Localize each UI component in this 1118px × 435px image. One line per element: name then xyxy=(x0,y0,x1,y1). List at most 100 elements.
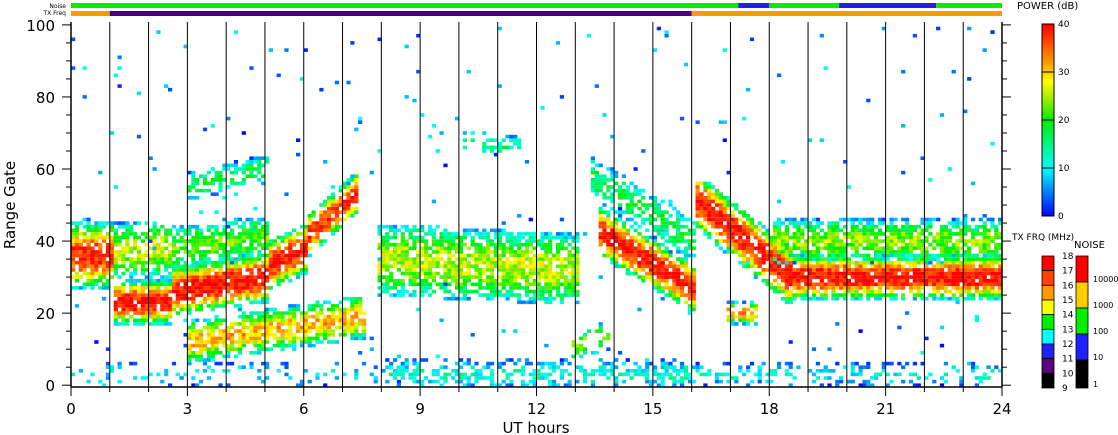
heatmap-cell xyxy=(420,271,425,276)
heatmap-cell xyxy=(846,271,851,276)
heatmap-cell xyxy=(536,282,541,287)
heatmap-cell xyxy=(664,246,669,251)
heatmap-cell xyxy=(195,351,200,355)
heatmap-cell xyxy=(986,278,991,283)
heatmap-cell xyxy=(967,264,972,269)
heatmap-cell xyxy=(385,250,390,254)
heatmap-cell xyxy=(777,217,782,222)
heatmap-cell xyxy=(660,232,665,236)
heatmap-cell xyxy=(819,239,824,243)
heatmap-cell xyxy=(288,278,293,283)
heatmap-cell xyxy=(664,278,669,283)
heatmap-cell xyxy=(811,379,817,384)
heatmap-cell xyxy=(241,260,246,265)
heatmap-cell xyxy=(117,253,122,258)
heatmap-cell xyxy=(866,235,871,240)
heatmap-cell xyxy=(680,224,685,229)
heatmap-cell xyxy=(780,160,786,164)
heatmap-cell xyxy=(544,361,549,366)
heatmap-cell xyxy=(272,275,277,279)
heatmap-cell xyxy=(656,268,661,272)
heatmap-cell xyxy=(714,239,720,243)
heatmap-cell xyxy=(971,293,976,297)
heatmap-cell xyxy=(594,178,599,182)
heatmap-cell xyxy=(575,300,580,305)
heatmap-cell xyxy=(462,264,467,269)
heatmap-cell xyxy=(245,325,250,330)
heatmap-cell xyxy=(191,343,196,348)
heatmap-cell xyxy=(373,376,378,380)
heatmap-cell xyxy=(385,365,390,369)
heatmap-cell xyxy=(699,199,704,204)
heatmap-cell xyxy=(439,235,444,240)
heatmap-cell xyxy=(210,250,215,254)
heatmap-cell xyxy=(389,361,394,366)
heatmap-cell xyxy=(296,260,301,265)
heatmap-cell xyxy=(195,329,200,333)
heatmap-cell xyxy=(109,253,114,258)
heatmap-cell xyxy=(249,322,254,326)
heatmap-cell xyxy=(536,278,541,283)
heatmap-cell xyxy=(602,217,607,222)
heatmap-cell xyxy=(296,138,301,142)
heatmap-cell xyxy=(241,163,246,168)
heatmap-cell xyxy=(614,224,619,229)
heatmap-cell xyxy=(202,127,208,132)
heatmap-cell xyxy=(361,336,367,341)
heatmap-cell xyxy=(354,325,359,330)
heatmap-cell xyxy=(199,188,204,193)
heatmap-cell xyxy=(924,250,929,254)
heatmap-cell xyxy=(156,246,161,251)
heatmap-cell xyxy=(625,268,630,272)
heatmap-cell xyxy=(893,296,898,301)
heatmap-cell xyxy=(272,318,277,323)
heatmap-cell xyxy=(827,286,832,290)
heatmap-cell xyxy=(179,286,184,290)
heatmap-cell xyxy=(233,271,239,276)
heatmap-cell xyxy=(241,235,246,240)
heatmap-cell xyxy=(579,365,584,369)
heatmap-cell xyxy=(311,314,316,319)
heatmap-cell xyxy=(191,322,196,326)
heatmap-cell xyxy=(113,250,118,254)
heatmap-cell xyxy=(846,282,851,287)
heatmap-cell xyxy=(874,253,879,258)
heatmap-cell xyxy=(990,260,995,265)
heatmap-cell xyxy=(905,257,910,261)
heatmap-cell xyxy=(602,336,607,341)
heatmap-cell xyxy=(505,268,510,272)
heatmap-cell xyxy=(230,336,235,341)
heatmap-cell xyxy=(253,282,258,287)
heatmap-cell xyxy=(458,239,464,243)
heatmap-cell xyxy=(536,268,541,272)
heatmap-cell xyxy=(237,235,242,240)
heatmap-cell xyxy=(683,300,689,305)
heatmap-cell xyxy=(109,242,114,247)
heatmap-cell xyxy=(905,217,910,222)
heatmap-cell xyxy=(226,257,231,261)
heatmap-cell xyxy=(629,250,634,254)
heatmap-cell xyxy=(361,329,367,333)
heatmap-cell xyxy=(458,358,464,362)
heatmap-cell xyxy=(389,293,394,297)
heatmap-cell xyxy=(874,275,879,279)
heatmap-cell xyxy=(905,278,910,283)
noise-bar-segment xyxy=(769,3,840,8)
heatmap-cell xyxy=(257,314,262,319)
heatmap-cell xyxy=(474,246,479,251)
heatmap-cell xyxy=(478,369,483,373)
heatmap-cell xyxy=(253,239,258,243)
heatmap-cell xyxy=(245,232,250,236)
heatmap-cell xyxy=(354,314,359,319)
heatmap-cell xyxy=(967,224,972,229)
heatmap-cell xyxy=(583,376,588,380)
heatmap-cell xyxy=(567,372,572,377)
heatmap-cell xyxy=(268,257,273,261)
heatmap-cell xyxy=(319,224,324,229)
heatmap-cell xyxy=(164,253,169,258)
heatmap-cell xyxy=(885,268,890,272)
heatmap-cell xyxy=(990,286,995,290)
heatmap-cell xyxy=(819,221,824,225)
heatmap-cell xyxy=(113,257,118,261)
heatmap-cell xyxy=(412,224,417,229)
